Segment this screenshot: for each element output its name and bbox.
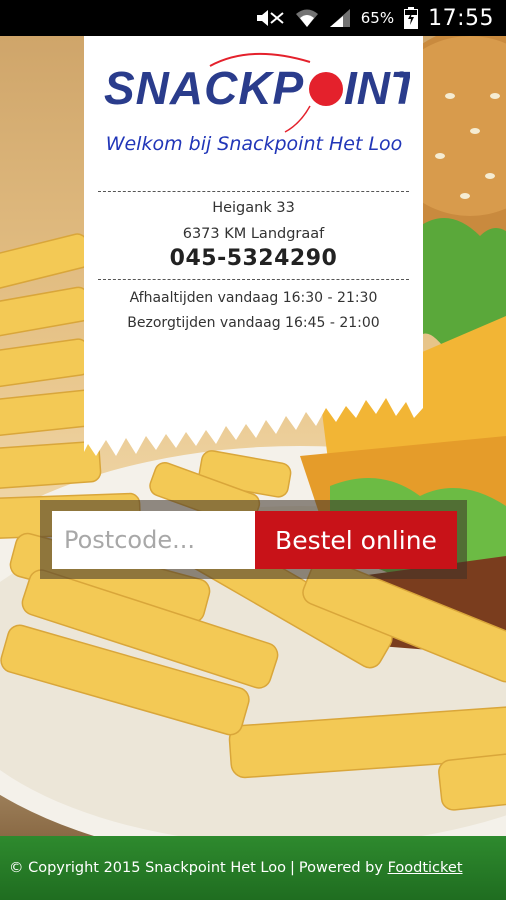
restaurant-info-card: SNACKP INT ® Welkom bij Snackpoint Het L… xyxy=(84,36,423,456)
footer: © Copyright 2015 Snackpoint Het Loo | Po… xyxy=(0,836,506,900)
svg-text:SNACKP: SNACKP xyxy=(104,62,304,114)
address-city: 6373 KM Landgraaf xyxy=(182,226,325,242)
battery-percent: 65% xyxy=(360,9,395,27)
address-street: Heigank 33 xyxy=(212,200,295,216)
foodticket-link[interactable]: Foodticket xyxy=(388,860,463,876)
divider xyxy=(98,191,409,192)
signal-icon xyxy=(329,8,351,28)
footer-separator: | xyxy=(290,860,295,876)
snackpoint-logo: SNACKP INT ® xyxy=(100,44,422,136)
clock: 17:55 xyxy=(428,5,494,31)
delivery-hours: Bezorgtijden vandaag 16:45 - 21:00 xyxy=(127,315,380,331)
copyright-text: © Copyright 2015 Snackpoint Het Loo xyxy=(9,860,287,876)
phone-number: 045-5324290 xyxy=(169,246,338,271)
battery-icon xyxy=(404,7,419,29)
welcome-heading: Welkom bij Snackpoint Het Loo xyxy=(105,133,403,155)
wifi-icon xyxy=(295,8,319,28)
pickup-hours: Afhaaltijden vandaag 16:30 - 21:30 xyxy=(129,290,378,306)
order-bar: Bestel online xyxy=(40,500,467,579)
svg-text:®: ® xyxy=(398,70,406,81)
status-bar: 65% 17:55 xyxy=(0,0,506,36)
order-online-button[interactable]: Bestel online xyxy=(255,511,457,569)
postcode-input[interactable] xyxy=(52,511,255,569)
divider xyxy=(98,279,409,280)
powered-by-text: Powered by xyxy=(298,860,383,876)
mute-icon xyxy=(255,9,285,27)
